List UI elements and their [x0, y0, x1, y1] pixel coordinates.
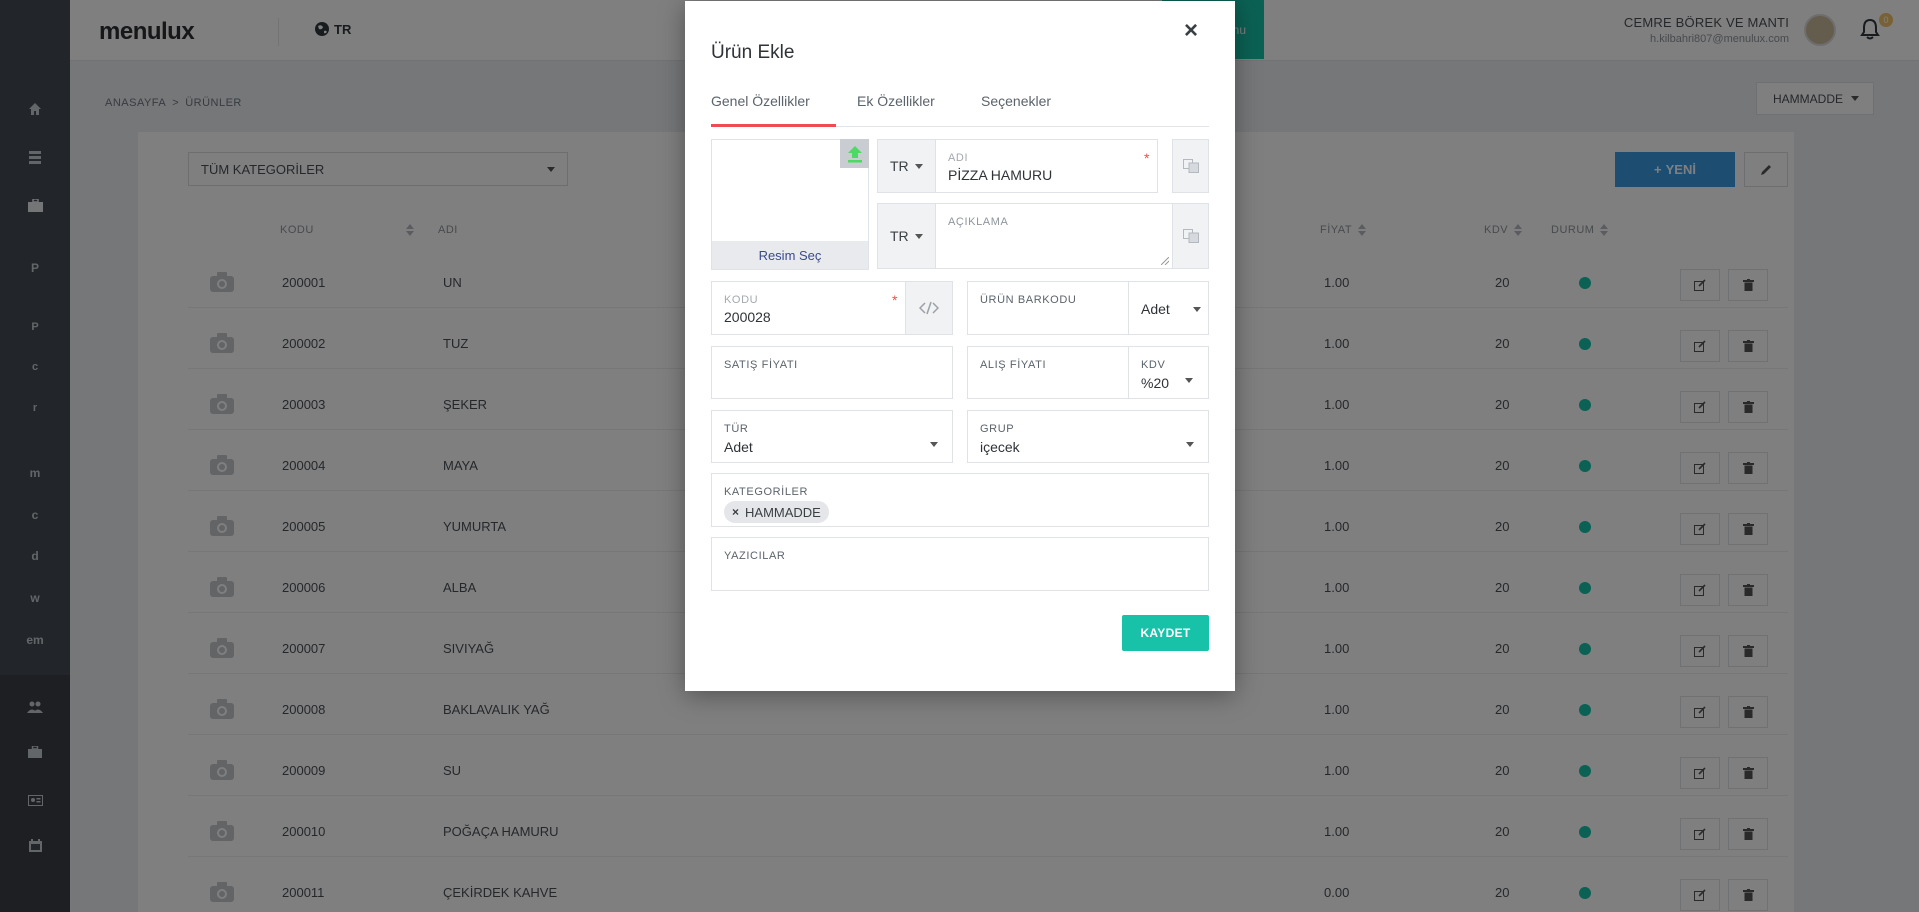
product-name-value: PİZZA HAMURU [948, 167, 1053, 183]
kdv-select[interactable]: KDV %20 [1128, 346, 1209, 399]
name-language-select[interactable]: TR [877, 139, 936, 193]
sale-price-label: SATIŞ FİYATI [724, 359, 798, 371]
product-code-field[interactable]: KODU 200028 * [711, 281, 907, 335]
printers-field[interactable]: YAZICILAR [711, 537, 1209, 591]
unit-select[interactable]: Adet [1128, 281, 1209, 335]
product-name-label: ADI [948, 152, 969, 164]
tab-extra[interactable]: Ek Özellikler [857, 93, 935, 109]
group-select[interactable]: GRUP içecek [967, 410, 1209, 463]
product-name-field[interactable]: ADI PİZZA HAMURU * [935, 139, 1158, 193]
caret-down-icon [1186, 442, 1194, 447]
type-label: TÜR [724, 423, 749, 435]
tab-options[interactable]: Seçenekler [981, 93, 1051, 109]
purchase-price-label: ALIŞ FİYATI [980, 359, 1047, 371]
translate-name-button[interactable] [1172, 139, 1209, 193]
required-indicator: * [892, 292, 898, 308]
caret-down-icon [914, 233, 923, 239]
barcode-label: ÜRÜN BARKODU [980, 294, 1077, 306]
description-language-value: TR [890, 228, 909, 244]
group-value: içecek [980, 439, 1020, 455]
barcode-field[interactable]: ÜRÜN BARKODU [967, 281, 1129, 335]
unit-value: Adet [1141, 301, 1170, 317]
description-field[interactable]: AÇIKLAMA [935, 203, 1173, 269]
modal-tabs: Genel Özellikler Ek Özellikler Seçenekle… [711, 81, 1209, 127]
kdv-value: %20 [1141, 375, 1170, 391]
required-indicator: * [1144, 150, 1150, 166]
upload-icon [847, 145, 862, 162]
categories-label: KATEGORİLER [724, 486, 809, 498]
description-language-select[interactable]: TR [877, 203, 936, 269]
upload-button[interactable] [840, 139, 869, 168]
translate-icon [1182, 159, 1199, 173]
description-label: AÇIKLAMA [948, 216, 1009, 228]
product-code-label: KODU [724, 294, 759, 306]
choose-image-button[interactable]: Resim Seç [712, 241, 868, 269]
purchase-price-field[interactable]: ALIŞ FİYATI [967, 346, 1129, 399]
remove-tag-icon[interactable]: × [732, 505, 739, 519]
product-code-value: 200028 [724, 309, 771, 325]
translate-icon [1182, 229, 1199, 243]
resize-handle-icon [1161, 257, 1169, 265]
caret-down-icon [930, 442, 938, 447]
caret-down-icon [1185, 378, 1193, 383]
name-language-value: TR [890, 158, 909, 174]
group-label: GRUP [980, 423, 1015, 435]
generate-code-button[interactable] [905, 281, 953, 335]
caret-down-icon [1193, 307, 1201, 312]
categories-field[interactable]: KATEGORİLER × HAMMADDE [711, 473, 1209, 527]
active-tab-indicator [711, 124, 836, 127]
translate-description-button[interactable] [1172, 203, 1209, 269]
type-value: Adet [724, 439, 753, 455]
modal-title: Ürün Ekle [711, 42, 795, 63]
kdv-label: KDV [1141, 359, 1166, 371]
tab-general[interactable]: Genel Özellikler [711, 93, 810, 109]
category-tag-label: HAMMADDE [745, 504, 821, 520]
category-tag: × HAMMADDE [724, 501, 829, 523]
close-icon[interactable]: × [1184, 19, 1198, 43]
printers-label: YAZICILAR [724, 550, 786, 562]
add-product-modal: Ürün Ekle × Genel Özellikler Ek Özellikl… [685, 1, 1235, 691]
caret-down-icon [914, 163, 923, 169]
sale-price-field[interactable]: SATIŞ FİYATI [711, 346, 953, 399]
save-button[interactable]: KAYDET [1122, 615, 1209, 651]
code-icon [919, 301, 939, 315]
type-select[interactable]: TÜR Adet [711, 410, 953, 463]
